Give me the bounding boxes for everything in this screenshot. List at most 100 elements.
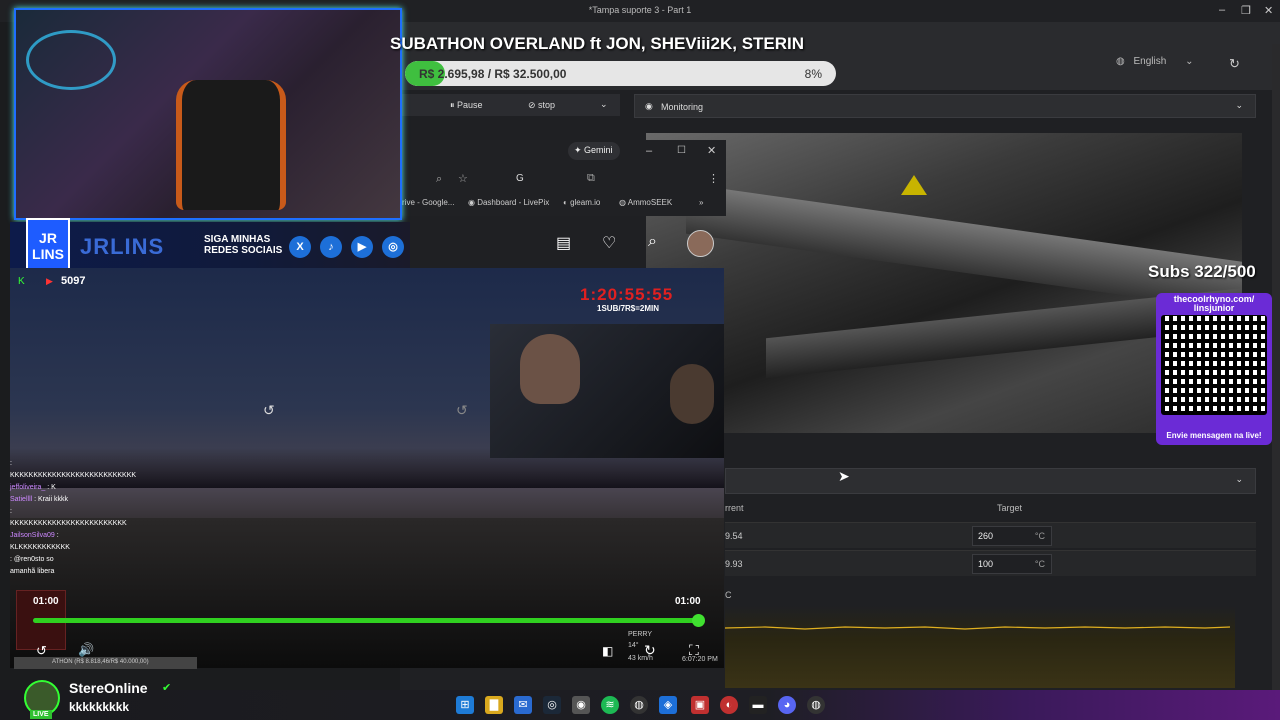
seek-end-time: 01:00 — [675, 596, 701, 607]
pip-overlay-label: PERRY — [628, 631, 652, 638]
target-temp-input[interactable]: 100 °C — [972, 554, 1052, 574]
chat-message: JailsonSilva09 : — [10, 530, 140, 542]
pip-speed: 43 km/h — [628, 655, 653, 662]
kick-icon: K — [18, 276, 25, 287]
app-icon[interactable]: ▣ — [691, 696, 709, 714]
browser-maximize-icon[interactable]: ☐ — [677, 145, 686, 156]
profile-name: StereOnline — [69, 680, 148, 696]
extensions-icon[interactable]: ⧉ — [587, 172, 595, 185]
chat-text: : @ren0sto so — [10, 556, 54, 563]
bookmark-item[interactable]: ◐ gleam.io — [563, 198, 600, 207]
discord-icon[interactable]: ◕ — [778, 696, 796, 714]
chat-message: jeffoliveira_ : K — [10, 482, 140, 494]
seek-fill — [33, 618, 699, 623]
maximize-icon[interactable]: ❐ — [1241, 4, 1251, 17]
playlist-icon[interactable]: ▤ — [556, 233, 571, 253]
goal-progress-percent: 8% — [804, 67, 822, 81]
mail-icon[interactable]: ✉ — [514, 696, 532, 714]
miniplayer-icon[interactable]: ◧ — [602, 644, 613, 658]
more-bookmarks-icon[interactable]: » — [699, 198, 703, 207]
pip-temp: 14° — [628, 642, 639, 649]
chevron-down-icon[interactable]: ⌄ — [600, 99, 608, 110]
goal-progress-text: R$ 2.695,98 / R$ 32.500,00 — [419, 67, 567, 81]
browser-minimize-icon[interactable]: – — [646, 145, 652, 157]
chevron-down-icon: ⌄ — [1235, 100, 1243, 110]
chat-message: : @ren0sto so — [10, 554, 140, 566]
viewer-count: 5097 — [61, 275, 86, 287]
chat-message: : — [10, 506, 140, 518]
terminal-icon[interactable]: ▬ — [749, 696, 767, 714]
chat-message: KLKKKKKKKKKKK — [10, 542, 140, 554]
temperature-panel-header[interactable]: ⌄ — [725, 468, 1256, 494]
avatar[interactable] — [687, 230, 714, 257]
col-current-header: rrent — [725, 503, 744, 513]
social-cta: SIGA MINHAS REDES SOCIAIS — [204, 234, 282, 256]
monitoring-label: Monitoring — [661, 102, 704, 112]
app-icon[interactable]: ◈ — [659, 696, 677, 714]
printer-camera-feed — [646, 133, 1242, 433]
goal-progress-bar: R$ 2.695,98 / R$ 32.500,00 8% — [405, 61, 836, 86]
chat-text: KKKKKKKKKKKKKKKKKKKKKKKKK — [10, 520, 127, 527]
scrollbar[interactable] — [1272, 44, 1280, 690]
chat-text: : K — [45, 484, 56, 491]
close-icon[interactable]: ✕ — [1264, 4, 1273, 17]
seek-knob[interactable] — [692, 614, 705, 627]
chat-text: : — [10, 508, 12, 515]
replay-icon: ↺ — [263, 402, 275, 418]
x-twitter-icon: X — [289, 236, 311, 258]
temp-row-bed: 9.93 100 °C — [725, 550, 1256, 576]
heart-icon[interactable]: ♡ — [602, 233, 616, 253]
subathon-title: SUBATHON OVERLAND ft JON, SHEViii2K, STE… — [390, 34, 805, 53]
replay-icon: ↺ — [456, 402, 468, 418]
file-explorer-icon[interactable]: ▇ — [485, 696, 503, 714]
bottom-goal-bar: ATHON (R$ 8.818,46/R$ 40.000,00) — [14, 657, 197, 669]
temperature-line — [724, 626, 1231, 630]
language-label: English — [1133, 56, 1167, 67]
start-icon[interactable]: ⊞ — [456, 696, 474, 714]
chat-text: KLKKKKKKKKKKK — [10, 544, 70, 551]
target-temp-value: 100 — [978, 559, 994, 569]
current-temp: 9.93 — [725, 559, 743, 569]
bookmark-item[interactable]: ◍ AmmoSEEK — [619, 198, 672, 207]
target-temp-input[interactable]: 260 °C — [972, 526, 1052, 546]
pause-label: Pause — [457, 100, 483, 110]
chat-message: : — [10, 458, 140, 470]
minimize-icon[interactable]: – — [1219, 4, 1225, 16]
app-icon[interactable]: ◍ — [807, 696, 825, 714]
language-selector[interactable]: ◍ English ⌄ — [1116, 56, 1194, 67]
gemini-label: Gemini — [584, 145, 613, 155]
menu-icon[interactable]: ⋮ — [708, 172, 719, 185]
chrome-icon[interactable]: ◉ — [572, 696, 590, 714]
browser-close-icon[interactable]: ✕ — [707, 144, 716, 157]
star-icon[interactable]: ☆ — [458, 172, 468, 185]
seek-bar[interactable] — [33, 614, 705, 627]
bookmark-item[interactable]: ◉ Dashboard - LivePix — [468, 198, 549, 207]
refresh-button[interactable]: ↻ — [1229, 56, 1240, 72]
camera-icon: ◉ — [645, 101, 653, 111]
verified-icon: ✔ — [162, 682, 172, 694]
bookmark-item[interactable]: rive - Google... — [402, 198, 454, 207]
obs-icon[interactable]: ◍ — [630, 696, 648, 714]
pip-time: 6:07:20 PM — [682, 656, 718, 663]
spotify-icon[interactable]: ≋ — [601, 696, 619, 714]
chat-username: jeffoliveira_ — [10, 484, 46, 491]
qr-message: Envie mensagem na live! — [1166, 431, 1262, 440]
stop-button[interactable]: ⊘ stop — [528, 100, 555, 111]
record-icon[interactable]: ◐ — [720, 696, 738, 714]
bottom-goal-text: ATHON (R$ 8.818,46/R$ 40.000,00) — [52, 659, 149, 665]
qr-link: thecoolrhyno.com/ linsjunior — [1173, 294, 1255, 313]
pause-button[interactable]: ⏸ Pause — [450, 100, 483, 111]
timer-rate: 1SUB/7R$=2MIN — [597, 304, 660, 313]
google-extension-icon[interactable]: G — [516, 173, 524, 184]
monitoring-panel-header[interactable]: ◉ Monitoring ⌄ — [634, 94, 1256, 118]
search-icon[interactable]: ⌕ — [648, 233, 657, 251]
refresh-icon: ↻ — [1229, 56, 1240, 71]
zoom-icon[interactable]: ⌕ — [436, 173, 442, 186]
chat-text: amanhã libera — [10, 568, 55, 575]
chat-message: KKKKKKKKKKKKKKKKKKKKKKKKK — [10, 518, 140, 530]
steam-icon[interactable]: ◎ — [543, 696, 561, 714]
temperature-chart — [724, 606, 1235, 688]
youtube-icon: ▶ — [351, 236, 373, 258]
volume-icon[interactable]: 🔊 — [78, 642, 94, 658]
gemini-button[interactable]: ✦ Gemini — [568, 142, 620, 160]
